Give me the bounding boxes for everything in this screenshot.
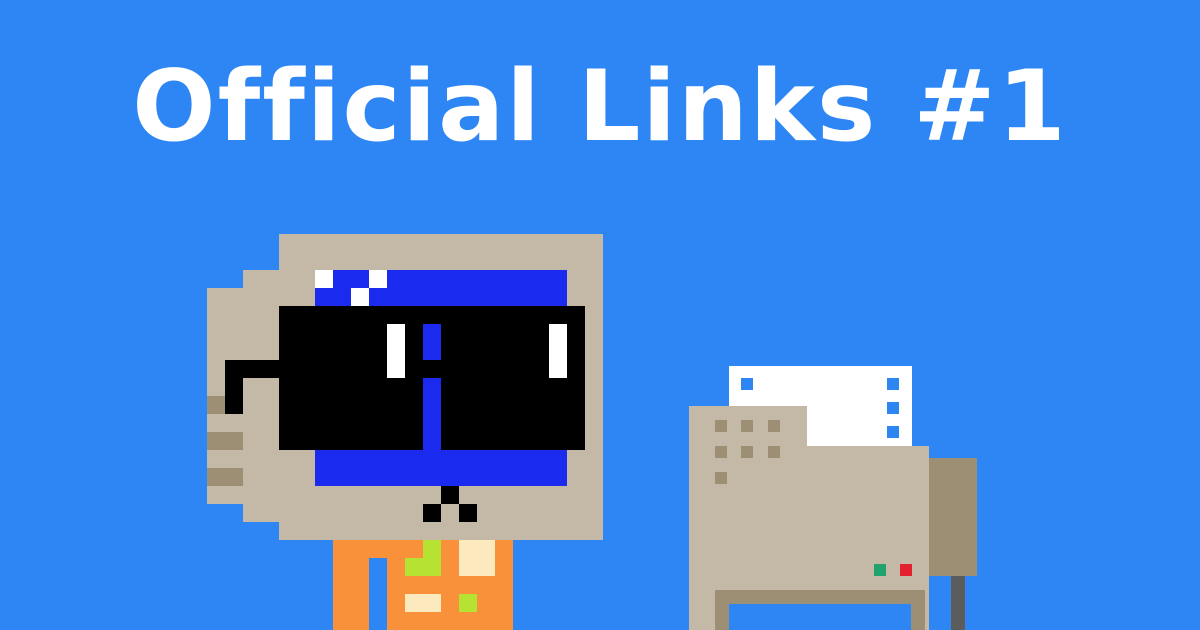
sunglasses-icon — [225, 306, 585, 450]
printer-icon — [689, 366, 977, 630]
banner-canvas: Official Links #1 — [0, 0, 1200, 630]
pixel-illustration — [207, 234, 977, 630]
computer-mascot-icon — [207, 234, 603, 630]
